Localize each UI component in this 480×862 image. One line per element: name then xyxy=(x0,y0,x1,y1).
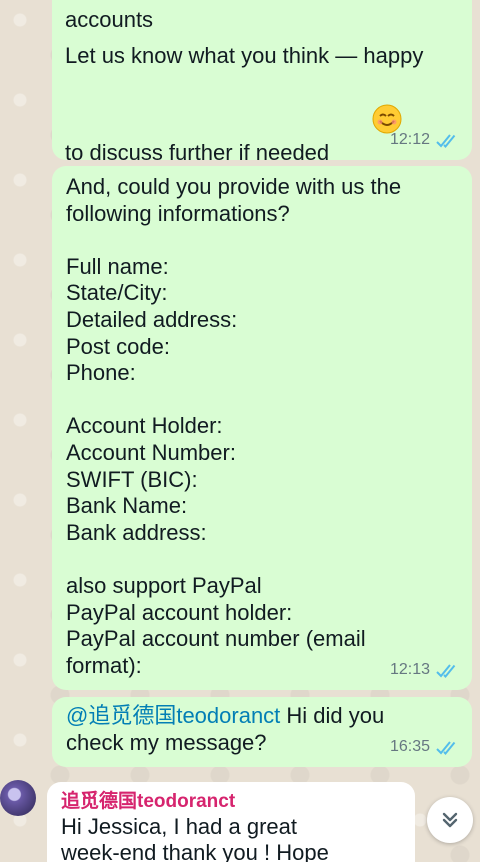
message-text: Hi Jessica, I had a great week-end thank… xyxy=(61,814,329,862)
message-meta: 12:12 xyxy=(390,127,460,154)
message-meta: 16:35 xyxy=(390,734,460,761)
double-chevron-down-icon xyxy=(442,812,458,828)
incoming-message[interactable]: 追觅德国teodoranct Hi Jessica, I had a great… xyxy=(47,782,415,862)
message-time: 12:13 xyxy=(389,661,430,679)
message-text: And, could you provide with us the follo… xyxy=(66,174,402,678)
message-time: 16:35 xyxy=(389,738,430,756)
double-check-icon xyxy=(436,134,456,148)
scroll-to-bottom-button[interactable] xyxy=(427,797,473,843)
message-text: - Co-creation with local DREAME accounts xyxy=(65,0,389,32)
message-meta: 12:13 xyxy=(390,657,460,684)
double-check-icon xyxy=(436,741,456,755)
mention-link[interactable]: @追觅德国teodoranct xyxy=(66,703,280,728)
double-check-icon xyxy=(436,664,456,678)
message-time: 12:12 xyxy=(389,131,430,149)
outgoing-message[interactable]: - Co-creation with local DREAME accounts… xyxy=(52,0,472,165)
sender-name[interactable]: 追觅德国teodoranct xyxy=(61,790,401,814)
outgoing-message[interactable]: And, could you provide with us the follo… xyxy=(52,166,472,690)
smiling-face-emoji-icon xyxy=(335,72,402,175)
outgoing-message[interactable]: @追觅德国teodoranct Hi did you check my mess… xyxy=(52,697,472,767)
avatar[interactable] xyxy=(0,780,36,816)
message-text: Let us know what you think — happy to di… xyxy=(65,40,423,175)
